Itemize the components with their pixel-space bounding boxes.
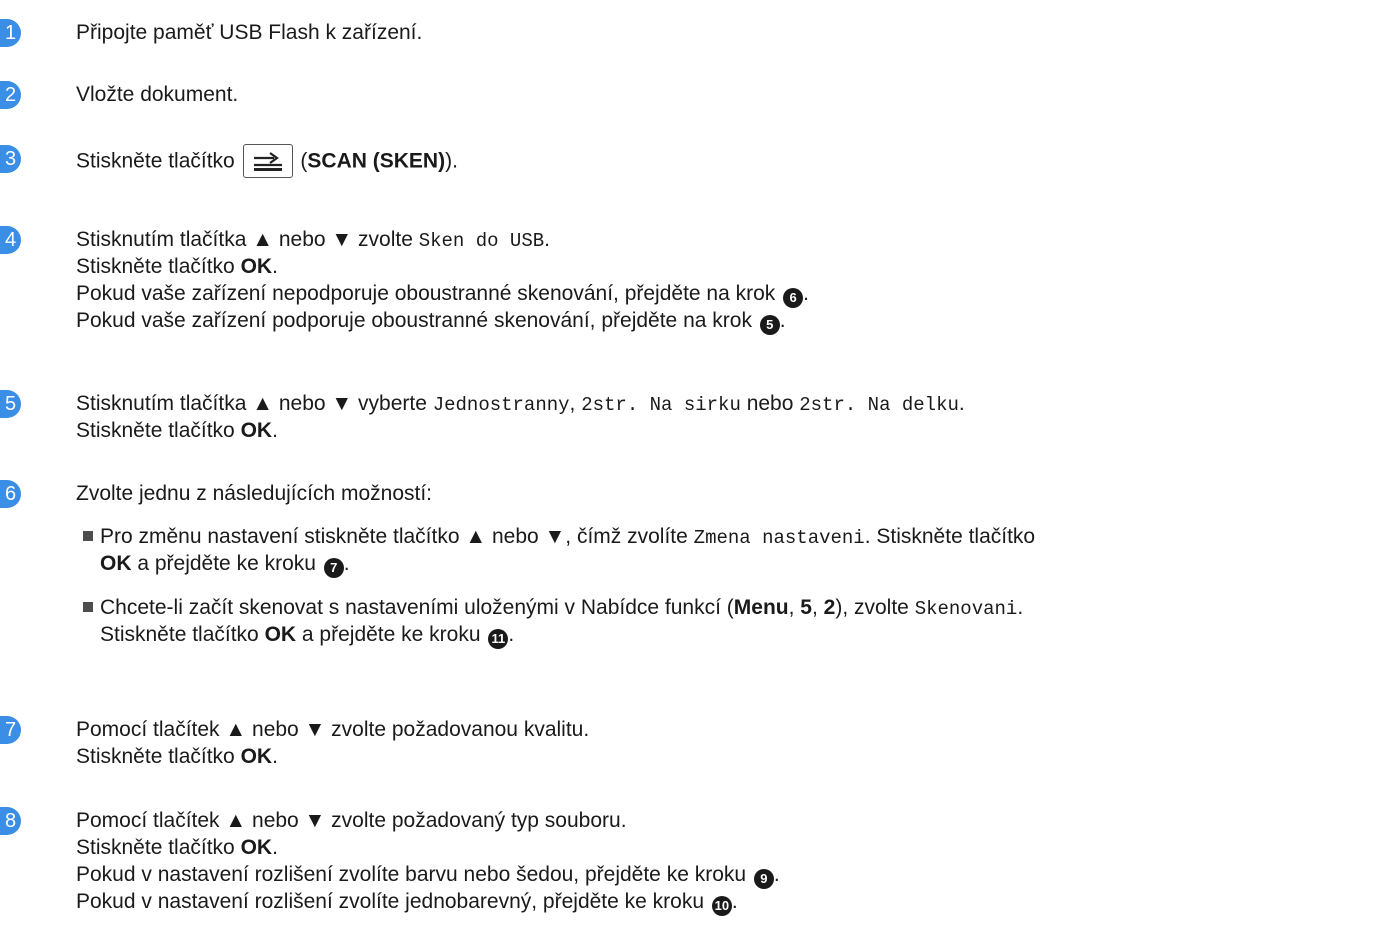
step-number-badge: 8 (0, 807, 21, 835)
step-text: Pomocí tlačítek ▲ nebo ▼ zvolte požadova… (76, 809, 627, 832)
step-number-badge: 4 (0, 226, 21, 254)
lcd-option: 2str. Na delku (799, 394, 959, 416)
step-reference[interactable]: 10 (711, 896, 732, 916)
step-text: Pokud vaše zařízení nepodporuje oboustra… (76, 280, 809, 308)
step-text: Zvolte jednu z následujících možností: (76, 482, 433, 505)
step-text: Stiskněte tlačítko OK. (76, 255, 278, 278)
step-number-badge: 5 (0, 390, 21, 418)
step-reference[interactable]: 9 (753, 869, 774, 889)
step-text: Stiskněte tlačítko OK. (76, 419, 278, 442)
ok-key-label: OK (240, 255, 273, 278)
step-number-badge: 7 (0, 716, 21, 744)
step-text: Stiskněte tlačítko (SCAN (SKEN)). (76, 144, 458, 178)
step-number-badge: 2 (0, 81, 21, 109)
step-text: Stisknutím tlačítka ▲ nebo ▼ vyberte Jed… (76, 392, 965, 416)
step-reference[interactable]: 6 (783, 288, 804, 308)
scan-key-label: SCAN (SKEN) (307, 149, 446, 173)
option-item: Pro změnu nastavení stiskněte tlačítko ▲… (83, 523, 1035, 578)
lcd-option: 2str. Na sirku (581, 394, 741, 416)
step-number-badge: 6 (0, 480, 21, 508)
step-reference[interactable]: 11 (488, 629, 509, 649)
step-text: Připojte paměť USB Flash k zařízení. (76, 21, 423, 44)
ok-key-label: OK (240, 419, 273, 442)
lcd-option: Sken do USB (418, 230, 545, 252)
step-text: Stisknutím tlačítka ▲ nebo ▼ zvolte Sken… (76, 228, 550, 252)
lcd-option: Zmena nastaveni (693, 527, 865, 549)
step-text: Pokud v nastavení rozlišení zvolíte barv… (76, 861, 780, 889)
scan-key-icon (242, 144, 293, 178)
step-text: Pokud vaše zařízení podporuje oboustrann… (76, 307, 809, 335)
ok-key-label: OK (100, 552, 132, 575)
step-text: Vložte dokument. (76, 83, 239, 106)
step-text: Pokud v nastavení rozlišení zvolíte jedn… (76, 888, 780, 916)
ok-key-label: OK (264, 623, 297, 646)
lcd-option: Skenovani (914, 598, 1018, 620)
step-number-badge: 1 (0, 19, 21, 47)
step-text: Pomocí tlačítek ▲ nebo ▼ zvolte požadova… (76, 718, 590, 741)
ok-key-label: OK (240, 745, 273, 768)
ok-key-label: OK (240, 836, 273, 859)
step-reference[interactable]: 5 (759, 315, 780, 335)
option-item: Chcete-li začít skenovat s nastaveními u… (83, 594, 1035, 649)
step-reference[interactable]: 7 (323, 558, 344, 578)
step-text: Stiskněte tlačítko OK. (76, 745, 278, 768)
lcd-option: Jednostranny (432, 394, 570, 416)
step-text: Stiskněte tlačítko OK. (76, 836, 278, 859)
step-number-badge: 3 (0, 145, 21, 173)
